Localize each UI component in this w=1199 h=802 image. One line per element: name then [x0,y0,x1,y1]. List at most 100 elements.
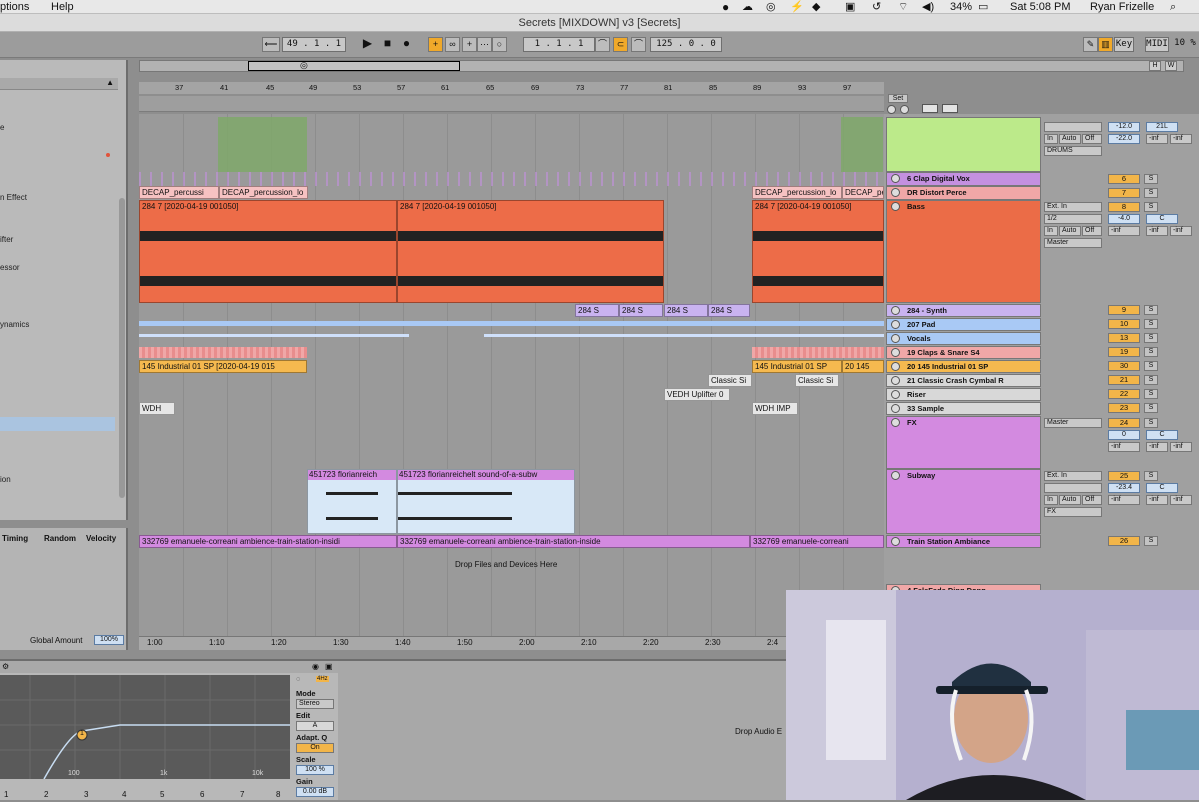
subway-output-select[interactable]: FX [1044,507,1102,517]
clap-clips[interactable] [139,172,884,186]
solo-button[interactable]: S [1144,333,1158,343]
track-activator[interactable]: 13 [1108,333,1140,343]
perc-clip[interactable]: DECAP_perc [842,186,884,199]
solo-button[interactable]: S [1144,403,1158,413]
solo-button[interactable]: S [1144,471,1158,481]
time-machine-icon[interactable]: ↺ [872,0,881,14]
arrangement-overview[interactable]: ◎ H W [139,60,1184,72]
fx-send-a[interactable]: -inf [1108,442,1140,452]
bass-input-select[interactable]: Ext. In [1044,202,1102,212]
track-activator[interactable]: 22 [1108,389,1140,399]
track-header-perc[interactable]: DR Distort Perce [886,186,1041,200]
track-activator[interactable]: 10 [1108,319,1140,329]
wifi-icon[interactable]: ⌔ [898,0,908,14]
loop-start-field[interactable]: 1 . 1 . 1 [523,37,595,52]
zoom-icon[interactable]: ◎ [300,60,308,71]
synth-clip[interactable]: 284 S [575,304,619,317]
band-number[interactable]: 5 [160,790,164,799]
drums-volume[interactable]: -12.0 [1108,122,1140,132]
global-amount-field[interactable]: 100% [94,635,124,645]
track-header-subway[interactable]: Subway [886,469,1041,534]
track-header-riser[interactable]: Riser [886,388,1041,401]
synth-clip[interactable]: 284 S [664,304,708,317]
browser-item[interactable]: ynamics [0,320,29,329]
device-drop-area[interactable]: Drop Audio E [338,659,788,800]
track-activator[interactable]: 8 [1108,202,1140,212]
browser-item[interactable]: n Effect [0,193,27,202]
monitor-auto-button[interactable]: Auto [1059,134,1081,144]
clock[interactable]: Sat 5:08 PM [1010,0,1071,14]
vocals-clip[interactable] [484,334,884,337]
track-activator[interactable]: 6 [1108,174,1140,184]
band-number[interactable]: 8 [276,790,280,799]
loop-switch-button[interactable]: ⊂ [613,37,628,52]
monitor-auto-button[interactable]: Auto [1059,226,1081,236]
sample-clip[interactable]: WDH IMP [752,402,798,415]
bolt-icon[interactable]: ⚡ [790,0,804,14]
session-record-button[interactable]: ○ [492,37,507,52]
overview-h-button[interactable]: H [1149,61,1161,71]
sample-clip[interactable]: WDH [139,402,175,415]
browser-item[interactable]: ion [0,475,11,484]
volume-icon[interactable]: ◀) [922,0,934,14]
subway-clip[interactable]: 451723 florianreichelt sound-of-a-subw [397,469,575,534]
record-button[interactable]: ● [399,37,414,52]
bass-clip[interactable]: 284 7 [2020-04-19 001050] [397,200,664,303]
track-view-button[interactable] [942,104,958,113]
track-header-crash[interactable]: 21 Classic Crash Cymbal R [886,374,1041,387]
subway-clip[interactable]: 451723 florianreich [307,469,397,534]
subway-send-a[interactable]: -inf [1108,495,1140,505]
solo-button[interactable]: S [1144,305,1158,315]
synth-clip[interactable]: 284 S [708,304,750,317]
subway-send-b[interactable]: -inf [1146,495,1168,505]
bass-send-a[interactable]: -inf [1108,226,1140,236]
track-activator[interactable]: 23 [1108,403,1140,413]
bass-channel-select[interactable]: 1/2 [1044,214,1102,224]
menu-help[interactable]: Help [51,0,74,14]
stop-button[interactable]: ■ [380,37,395,52]
oversample-button[interactable]: 4Hz [316,676,329,682]
subway-send-c[interactable]: -inf [1170,495,1192,505]
track-header-synth[interactable]: 284 - Synth [886,304,1041,317]
punch-out-button[interactable]: ⌒ [631,37,646,52]
track-activator[interactable]: 21 [1108,375,1140,385]
key-map-button[interactable]: Key [1114,37,1134,52]
device-save-icon[interactable]: ▣ [325,662,333,671]
browser-item[interactable]: ifter [0,235,13,244]
menu-options[interactable]: ptions [0,0,29,14]
user-name[interactable]: Ryan Frizelle [1090,0,1154,14]
perc-clip[interactable]: DECAP_percussion_lo [219,186,308,199]
time-ruler[interactable]: 1:00 1:10 1:20 1:30 1:40 1:50 2:00 2:10 … [139,636,884,650]
drums-send[interactable]: -22.0 [1108,134,1140,144]
claps-clip[interactable] [752,347,884,358]
edit-button[interactable]: A [296,721,334,731]
pad-clip[interactable] [139,321,884,326]
follow-button[interactable]: ⟵ [262,37,280,52]
overview-viewport[interactable] [248,61,460,71]
industrial-clip[interactable]: 145 Industrial 01 SP [752,360,842,373]
automation-arm-button[interactable]: ∞ [445,37,460,52]
claps-clip[interactable] [139,347,307,358]
drums-group-header[interactable] [886,117,1041,172]
track-activator[interactable]: 9 [1108,305,1140,315]
device-activator-icon[interactable]: ◉ [312,662,319,671]
browser-scroll-arrow-icon[interactable]: ▲ [106,78,114,87]
industrial-clip[interactable]: 145 Industrial 01 SP [2020-04-19 015 [139,360,307,373]
monitor-auto-button[interactable]: Auto [1059,495,1081,505]
solo-button[interactable]: S [1144,319,1158,329]
track-activator[interactable]: 30 [1108,361,1140,371]
track-activator[interactable]: 26 [1108,536,1140,546]
bass-pan[interactable]: C [1146,214,1178,224]
monitor-off-button[interactable]: Off [1082,495,1102,505]
band-number[interactable]: 6 [200,790,204,799]
cloud-icon[interactable]: ☁ [742,0,753,14]
solo-button[interactable]: S [1144,202,1158,212]
fx-output-select[interactable]: Master [1044,418,1102,428]
track-header-vocals[interactable]: Vocals [886,332,1041,345]
apple-icon[interactable]: ● [722,0,729,14]
track-header-train[interactable]: Train Station Ambiance [886,535,1041,548]
industrial-clip[interactable]: 20 145 [842,360,884,373]
expand-tracks-button[interactable] [922,104,938,113]
browser-scrollbar[interactable] [119,198,125,498]
overview-w-button[interactable]: W [1165,61,1177,71]
